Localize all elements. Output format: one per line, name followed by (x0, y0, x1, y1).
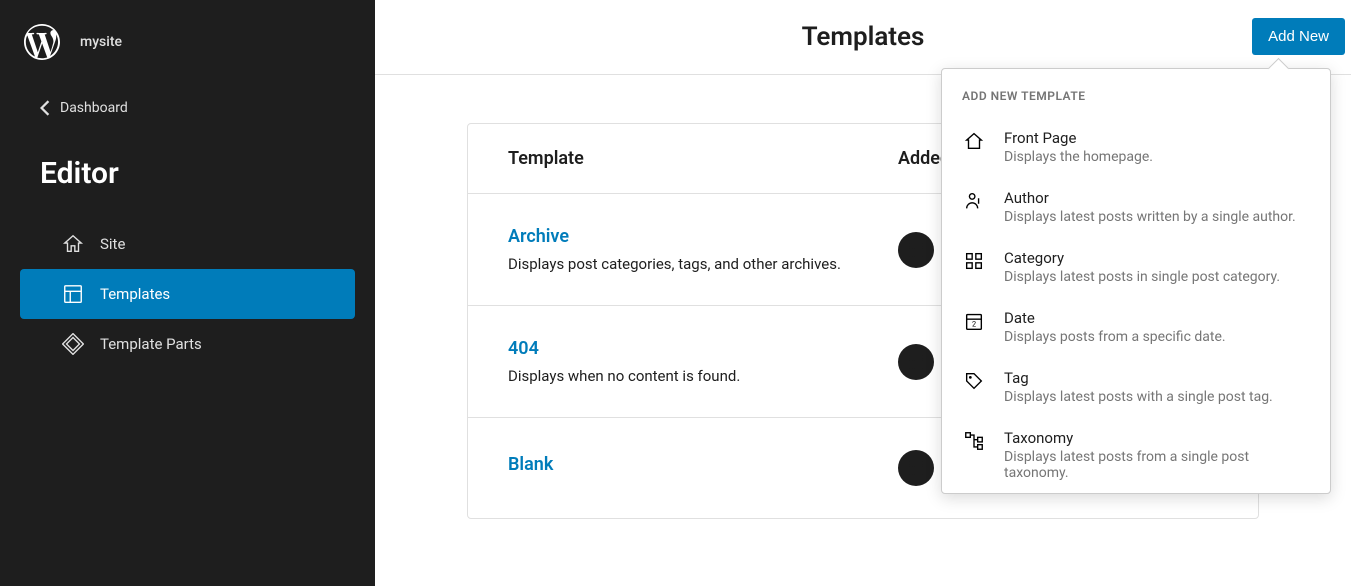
dropdown-text: Date Displays posts from a specific date… (1004, 309, 1310, 345)
calendar-icon: 2 (962, 309, 986, 333)
dropdown-item-desc: Displays the homepage. (1004, 149, 1310, 165)
site-name[interactable]: mysite (80, 34, 122, 50)
template-name-link[interactable]: Blank (508, 454, 898, 475)
layout-icon (62, 283, 84, 305)
sidebar-header: mysite (0, 0, 375, 84)
template-name-link[interactable]: 404 (508, 338, 898, 359)
sidebar-item-site[interactable]: Site (20, 219, 355, 269)
dropdown-item-title: Taxonomy (1004, 429, 1310, 447)
dropdown-item-desc: Displays latest posts from a single post… (1004, 449, 1310, 481)
template-name-link[interactable]: Archive (508, 226, 898, 247)
dropdown-item-date[interactable]: 2 Date Displays posts from a specific da… (942, 297, 1330, 357)
back-label: Dashboard (60, 100, 128, 116)
main-header: Templates Add New (375, 0, 1351, 75)
dropdown-item-front-page[interactable]: Front Page Displays the homepage. (942, 117, 1330, 177)
chevron-left-icon (40, 100, 50, 116)
dropdown-text: Author Displays latest posts written by … (1004, 189, 1310, 225)
dropdown-text: Front Page Displays the homepage. (1004, 129, 1310, 165)
home-icon (962, 129, 986, 153)
dropdown-item-tag[interactable]: Tag Displays latest posts with a single … (942, 357, 1330, 417)
template-description: Displays when no content is found. (508, 367, 898, 385)
dropdown-text: Taxonomy Displays latest posts from a si… (1004, 429, 1310, 481)
dropdown-header: ADD NEW TEMPLATE (942, 69, 1330, 117)
main-content: Templates Add New Template Added by Arch… (375, 0, 1351, 586)
wordpress-logo-icon[interactable] (24, 24, 60, 60)
sidebar-item-label: Templates (100, 285, 170, 303)
dropdown-item-taxonomy[interactable]: Taxonomy Displays latest posts from a si… (942, 417, 1330, 493)
add-new-template-dropdown: ADD NEW TEMPLATE Front Page Displays the… (941, 68, 1331, 494)
grid-icon (962, 249, 986, 273)
sidebar: mysite Dashboard Editor Site Templates T… (0, 0, 375, 586)
column-header-template: Template (508, 148, 898, 169)
dropdown-item-author[interactable]: Author Displays latest posts written by … (942, 177, 1330, 237)
back-to-dashboard-link[interactable]: Dashboard (0, 84, 375, 132)
author-icon (962, 189, 986, 213)
sidebar-item-label: Template Parts (100, 335, 202, 353)
dropdown-item-desc: Displays latest posts with a single post… (1004, 389, 1310, 405)
dropdown-item-title: Date (1004, 309, 1310, 327)
svg-text:2: 2 (972, 320, 976, 329)
dropdown-item-category[interactable]: Category Displays latest posts in single… (942, 237, 1330, 297)
home-icon (62, 233, 84, 255)
template-cell: 404 Displays when no content is found. (508, 338, 898, 385)
diamond-icon (62, 333, 84, 355)
dropdown-item-title: Front Page (1004, 129, 1310, 147)
theme-icon (898, 232, 934, 268)
dropdown-item-title: Tag (1004, 369, 1310, 387)
page-title: Templates (802, 22, 925, 52)
dropdown-item-desc: Displays posts from a specific date. (1004, 329, 1310, 345)
theme-icon (898, 450, 934, 486)
dropdown-text: Category Displays latest posts in single… (1004, 249, 1310, 285)
sidebar-item-template-parts[interactable]: Template Parts (20, 319, 355, 369)
add-new-button[interactable]: Add New (1252, 18, 1345, 55)
dropdown-item-desc: Displays latest posts in single post cat… (1004, 269, 1310, 285)
sidebar-item-templates[interactable]: Templates (20, 269, 355, 319)
tag-icon (962, 369, 986, 393)
template-cell: Archive Displays post categories, tags, … (508, 226, 898, 273)
template-description: Displays post categories, tags, and othe… (508, 255, 898, 273)
template-cell: Blank (508, 454, 898, 483)
dropdown-text: Tag Displays latest posts with a single … (1004, 369, 1310, 405)
dropdown-item-title: Author (1004, 189, 1310, 207)
editor-title: Editor (0, 132, 375, 219)
dropdown-item-title: Category (1004, 249, 1310, 267)
dropdown-item-desc: Displays latest posts written by a singl… (1004, 209, 1310, 225)
sidebar-item-label: Site (100, 235, 125, 253)
taxonomy-icon (962, 429, 986, 453)
theme-icon (898, 344, 934, 380)
